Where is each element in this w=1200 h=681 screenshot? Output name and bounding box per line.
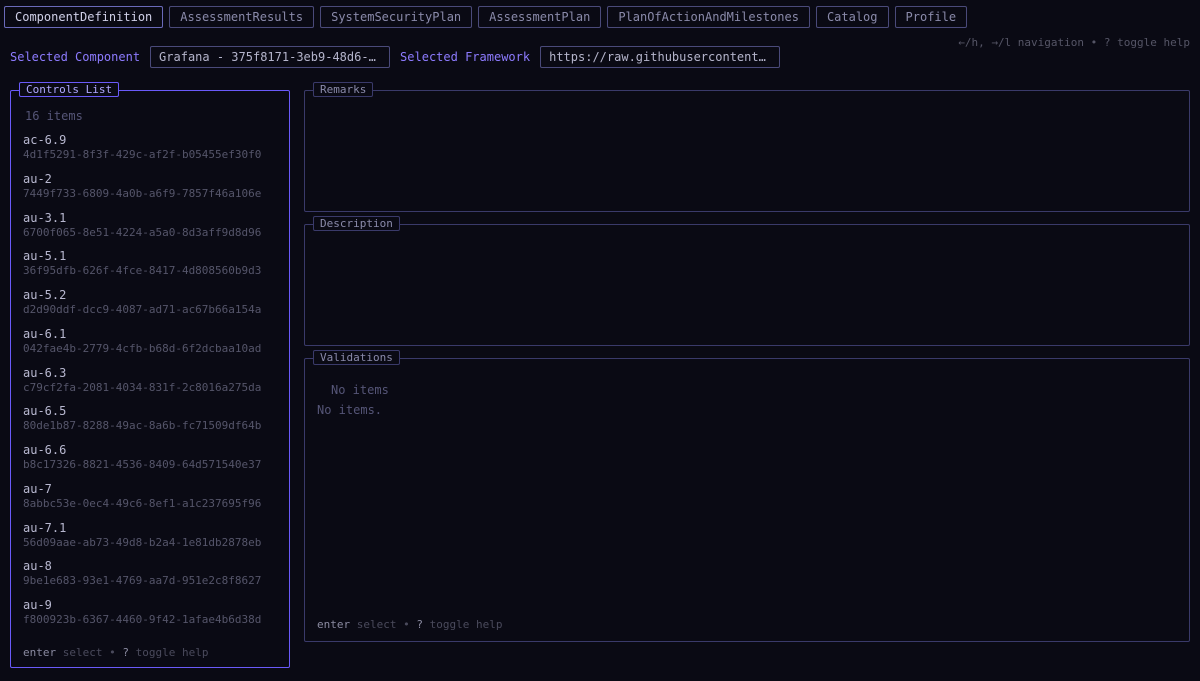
control-id: au-6.1	[23, 327, 277, 342]
selected-framework-label: Selected Framework	[400, 50, 530, 64]
control-id: au-7.1	[23, 521, 277, 536]
list-item[interactable]: au-89be1e683-93e1-4769-aa7d-951e2c8f8627	[23, 559, 277, 588]
list-item[interactable]: au-6.580de1b87-8288-49ac-8a6b-fc71509df6…	[23, 404, 277, 433]
tab-systemsecurityplan[interactable]: SystemSecurityPlan	[320, 6, 472, 28]
control-id: ac-6.9	[23, 133, 277, 148]
control-uuid: 36f95dfb-626f-4fce-8417-4d808560b9d3	[23, 264, 277, 278]
list-item[interactable]: au-5.2d2d90ddf-dcc9-4087-ad71-ac67b66a15…	[23, 288, 277, 317]
control-uuid: b8c17326-8821-4536-8409-64d571540e37	[23, 458, 277, 472]
control-id: au-5.1	[23, 249, 277, 264]
nav-hint: ←/h, →/l navigation • ? toggle help	[958, 36, 1190, 49]
controls-items[interactable]: ac-6.94d1f5291-8f3f-429c-af2f-b05455ef30…	[23, 133, 277, 640]
control-uuid: f800923b-6367-4460-9f42-1afae4b6d38d	[23, 613, 277, 627]
control-id: au-6.6	[23, 443, 277, 458]
selected-component-label: Selected Component	[10, 50, 140, 64]
list-item[interactable]: ac-6.94d1f5291-8f3f-429c-af2f-b05455ef30…	[23, 133, 277, 162]
control-id: au-3.1	[23, 211, 277, 226]
tab-assessmentresults[interactable]: AssessmentResults	[169, 6, 314, 28]
list-item[interactable]: au-5.136f95dfb-626f-4fce-8417-4d808560b9…	[23, 249, 277, 278]
control-id: au-5.2	[23, 288, 277, 303]
control-id: au-7	[23, 482, 277, 497]
control-id: au-8	[23, 559, 277, 574]
control-uuid: 4d1f5291-8f3f-429c-af2f-b05455ef30f0	[23, 148, 277, 162]
selected-component-value[interactable]: Grafana - 375f8171-3eb9-48d6-be3c-c8f1c…	[150, 46, 390, 68]
control-uuid: c79cf2fa-2081-4034-831f-2c8016a275da	[23, 381, 277, 395]
control-uuid: 80de1b87-8288-49ac-8a6b-fc71509df64b	[23, 419, 277, 433]
list-item[interactable]: au-7.156d09aae-ab73-49d8-b2a4-1e81db2878…	[23, 521, 277, 550]
tab-profile[interactable]: Profile	[895, 6, 968, 28]
description-panel: Description	[304, 224, 1190, 346]
control-uuid: 8abbc53e-0ec4-49c6-8ef1-a1c237695f96	[23, 497, 277, 511]
selected-framework-value[interactable]: https://raw.githubusercontent.com/GSA/f…	[540, 46, 780, 68]
list-item[interactable]: au-3.16700f065-8e51-4224-a5a0-8d3aff9d8d…	[23, 211, 277, 240]
control-id: au-9	[23, 598, 277, 613]
list-item[interactable]: au-6.6b8c17326-8821-4536-8409-64d571540e…	[23, 443, 277, 472]
control-uuid: 9be1e683-93e1-4769-aa7d-951e2c8f8627	[23, 574, 277, 588]
validations-empty: No items.	[317, 403, 1177, 417]
list-item[interactable]: au-6.3c79cf2fa-2081-4034-831f-2c8016a275…	[23, 366, 277, 395]
tab-componentdefinition[interactable]: ComponentDefinition	[4, 6, 163, 28]
tab-catalog[interactable]: Catalog	[816, 6, 889, 28]
tab-bar: ComponentDefinition AssessmentResults Syst…	[0, 0, 1200, 32]
tab-assessmentplan[interactable]: AssessmentPlan	[478, 6, 601, 28]
list-item[interactable]: au-9f800923b-6367-4460-9f42-1afae4b6d38d	[23, 598, 277, 627]
list-item[interactable]: au-6.1042fae4b-2779-4cfb-b68d-6f2dcbaa10…	[23, 327, 277, 356]
control-uuid: 56d09aae-ab73-49d8-b2a4-1e81db2878eb	[23, 536, 277, 550]
list-item[interactable]: au-27449f733-6809-4a0b-a6f9-7857f46a106e	[23, 172, 277, 201]
description-title: Description	[313, 216, 400, 231]
controls-count: 16 items	[23, 109, 277, 123]
controls-list-title: Controls List	[19, 82, 119, 97]
validations-panel: Validations No items No items. enter sel…	[304, 358, 1190, 642]
validations-count: No items	[331, 383, 1177, 397]
control-uuid: 6700f065-8e51-4224-a5a0-8d3aff9d8d96	[23, 226, 277, 240]
remarks-title: Remarks	[313, 82, 373, 97]
control-id: au-6.3	[23, 366, 277, 381]
list-item[interactable]: au-78abbc53e-0ec4-49c6-8ef1-a1c237695f96	[23, 482, 277, 511]
control-id: au-6.5	[23, 404, 277, 419]
remarks-panel: Remarks	[304, 90, 1190, 212]
control-id: au-2	[23, 172, 277, 187]
controls-list-panel: Controls List 16 items ac-6.94d1f5291-8f…	[10, 90, 290, 668]
control-uuid: 7449f733-6809-4a0b-a6f9-7857f46a106e	[23, 187, 277, 201]
control-uuid: 042fae4b-2779-4cfb-b68d-6f2dcbaa10ad	[23, 342, 277, 356]
validations-footer-hint: enter select • ? toggle help	[317, 612, 1177, 631]
tab-planofactionandmilestones[interactable]: PlanOfActionAndMilestones	[607, 6, 810, 28]
control-uuid: d2d90ddf-dcc9-4087-ad71-ac67b66a154a	[23, 303, 277, 317]
controls-footer-hint: enter select • ? toggle help	[23, 640, 277, 659]
validations-title: Validations	[313, 350, 400, 365]
